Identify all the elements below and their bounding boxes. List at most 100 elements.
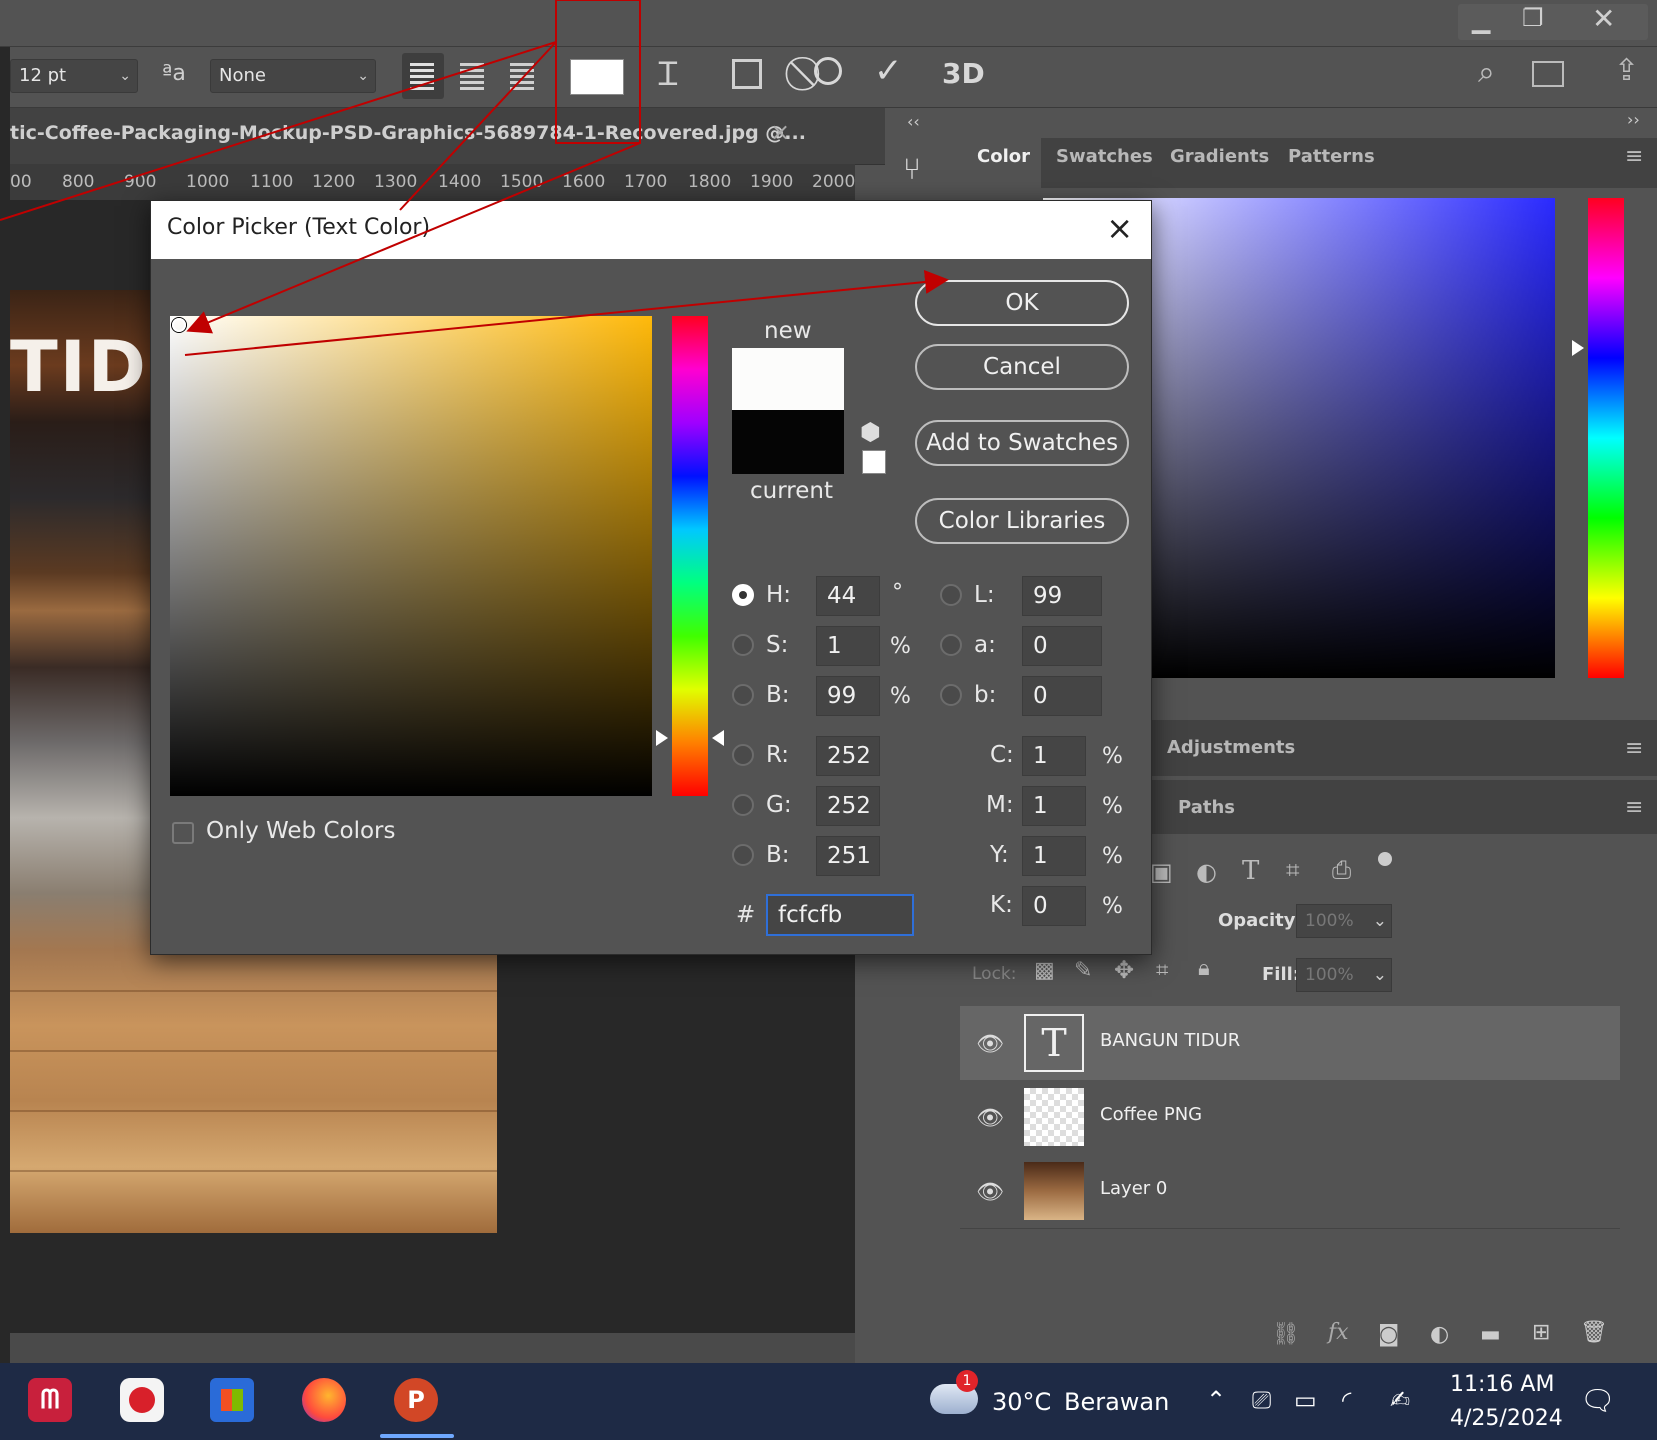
y-input[interactable]: 1 [1022,836,1086,876]
adjustment-layer-icon[interactable]: ◐ [1430,1322,1449,1347]
fill-field[interactable]: 100% ⌄ [1296,958,1392,992]
lab-b-input[interactable]: 0 [1022,676,1102,716]
a-input[interactable]: 0 [1022,626,1102,666]
mendeley-app-icon[interactable]: ᗰ [28,1378,72,1422]
close-icon[interactable]: × [1106,209,1133,247]
align-left-button[interactable] [402,53,444,99]
radio-lab-b[interactable] [940,684,962,706]
font-size-dropdown[interactable]: 12 pt ⌄ [10,59,138,93]
antialias-dropdown[interactable]: None ⌄ [210,59,376,93]
search-icon[interactable]: ⌕ [1478,55,1495,90]
tab-paths[interactable]: Paths [1178,797,1235,818]
tab-color[interactable]: Color [977,146,1030,167]
hue-left-arrow[interactable] [656,730,668,746]
minimize-icon[interactable]: ▁ [1472,6,1490,34]
r-input[interactable]: 252 [816,736,880,776]
cancel-circle-icon[interactable] [814,57,842,85]
s-input[interactable]: 1 [816,626,880,666]
filter-smart-object-icon[interactable]: ⎙ [1332,856,1351,884]
hue-bar[interactable] [672,316,708,796]
eye-icon[interactable]: 👁︎ [976,1032,1004,1057]
cancel-button[interactable]: Cancel [915,344,1129,390]
filter-type-icon[interactable]: T [1242,856,1259,886]
m-input[interactable]: 1 [1022,786,1086,826]
radio-blue[interactable] [732,844,754,866]
gamut-cube-icon[interactable]: ⬢ [860,418,881,446]
tab-adjustments[interactable]: Adjustments [1167,737,1295,758]
lock-artboard-icon[interactable]: ⌗ [1156,958,1168,983]
radio-b[interactable] [732,684,754,706]
clock-time[interactable]: 11:16 AM [1450,1372,1554,1397]
radio-g[interactable] [732,794,754,816]
eye-icon[interactable]: 👁︎ [976,1106,1004,1131]
hex-input[interactable]: fcfcfb [766,894,914,936]
clock-date[interactable]: 4/25/2024 [1450,1406,1563,1431]
color-libraries-button[interactable]: Color Libraries [915,498,1129,544]
filter-toggle-icon[interactable] [1378,852,1392,866]
battery-icon[interactable]: ▭ [1294,1386,1317,1414]
lock-position-icon[interactable]: ✥ [1114,956,1134,984]
c-input[interactable]: 1 [1022,736,1086,776]
color-selector-ring[interactable] [172,318,186,332]
3d-button[interactable]: 3D [942,57,985,90]
hue-right-arrow[interactable] [712,730,724,746]
tab-gradients[interactable]: Gradients [1170,146,1269,167]
ok-button[interactable]: OK [915,280,1129,326]
new-group-icon[interactable]: ▬ [1480,1322,1501,1347]
workspace-icon[interactable] [1532,61,1564,87]
b-input[interactable]: 99 [816,676,880,716]
radio-a[interactable] [940,634,962,656]
link-layers-icon[interactable]: ⛓︎ [1272,1322,1300,1347]
h-input[interactable]: 44 [816,576,880,616]
filter-adjustment-icon[interactable]: ◐ [1196,858,1217,886]
meet-icon[interactable]: ⎚ [1252,1386,1271,1414]
chevron-up-icon[interactable]: ⌃ [1206,1386,1226,1414]
restore-icon[interactable]: ❐ [1522,4,1544,32]
warp-text-icon[interactable]: Ꮖ [658,55,679,94]
saturation-brightness-field[interactable] [170,316,652,796]
filter-shape-icon[interactable]: ⌗ [1286,856,1300,884]
add-mask-icon[interactable]: ◙ [1378,1322,1399,1347]
radio-l[interactable] [940,584,962,606]
firefox-app-icon[interactable] [302,1378,346,1422]
align-right-button[interactable] [502,53,544,99]
web-safe-swatch[interactable] [862,450,886,474]
weather-text[interactable]: Berawan [1064,1388,1169,1416]
history-icon[interactable]: ⑂ [903,152,921,187]
collapse-icon[interactable]: ‹‹ [907,112,920,131]
lock-image-icon[interactable]: ✎ [1074,958,1092,983]
delete-layer-icon[interactable]: 🗑︎ [1580,1320,1608,1345]
layer-row[interactable]: 👁︎ Layer 0 [960,1154,1620,1229]
lock-all-icon[interactable]: 🔒︎ [1198,956,1210,981]
close-window-icon[interactable]: ✕ [1592,2,1615,35]
add-to-swatches-button[interactable]: Add to Swatches [915,420,1129,466]
radio-r[interactable] [732,744,754,766]
powerpoint-app-icon[interactable]: P [394,1378,438,1422]
blue-input[interactable]: 251 [816,836,880,876]
fx-icon[interactable]: fx [1328,1320,1349,1345]
new-layer-icon[interactable]: ⊞ [1532,1320,1550,1345]
notification-icon[interactable]: 🗨︎ [1580,1384,1616,1417]
panel-menu-icon[interactable]: ≡ [1625,795,1643,820]
panel-menu-icon[interactable]: ≡ [1625,144,1643,169]
current-color-swatch[interactable] [732,410,844,474]
commit-check-icon[interactable]: ✓ [874,51,903,91]
only-web-colors-checkbox[interactable] [172,822,194,844]
align-center-button[interactable] [452,53,494,99]
lock-transparent-icon[interactable]: ▩ [1034,958,1055,983]
store-app-icon[interactable] [210,1378,254,1422]
opacity-field[interactable]: 100% ⌄ [1296,904,1392,938]
radio-s[interactable] [732,634,754,656]
text-color-swatch[interactable] [570,59,624,95]
share-icon[interactable]: ⇪ [1614,53,1639,88]
g-input[interactable]: 252 [816,786,880,826]
tab-swatches[interactable]: Swatches [1056,146,1153,167]
hue-slider[interactable] [1588,198,1624,678]
panel-menu-icon[interactable]: ≡ [1625,736,1643,761]
weather-temp[interactable]: 30°C [992,1388,1051,1416]
pdf-app-icon[interactable] [120,1378,164,1422]
radio-h[interactable] [732,584,754,606]
tab-patterns[interactable]: Patterns [1288,146,1375,167]
pen-icon[interactable]: ✍︎ [1390,1386,1410,1414]
character-panel-icon[interactable] [732,59,762,89]
